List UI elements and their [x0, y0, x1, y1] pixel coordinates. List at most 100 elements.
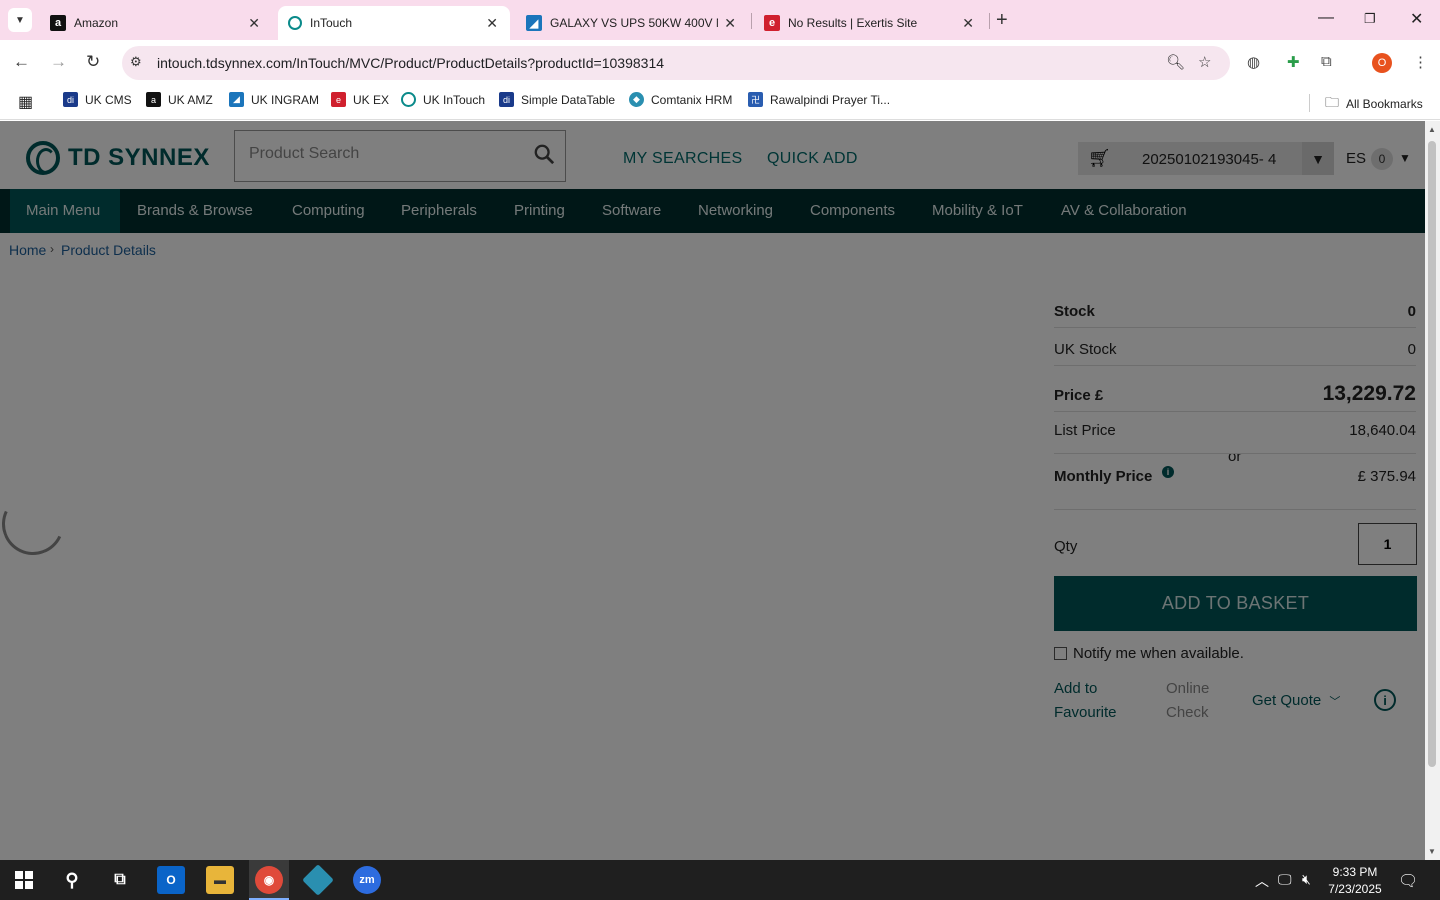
bookmark-uk-ex[interactable]: e UK EX [331, 92, 389, 107]
tab-galaxy-ups[interactable]: ◢ GALAXY VS UPS 50KW 400V N ✕ [516, 6, 748, 40]
extensions-puzzle-icon[interactable]: ⧉ [1321, 53, 1332, 70]
add-to-favourite-link[interactable]: Add to Favourite [1054, 677, 1117, 725]
intouch-icon [288, 16, 302, 30]
page-content: TD SYNNEX MY SEARCHES QUICK ADD 🛒︎ 20250… [0, 121, 1425, 860]
bookmark-favicon: di [63, 92, 78, 107]
windows-taskbar: ⚲ ⧉ O ▬ ◉ zm ︿ 🖵︎ 🔇︎ 9:33 PM 7/23/2025 🗨… [0, 860, 1440, 900]
breadcrumb-home[interactable]: Home [9, 242, 46, 258]
monthly-price-value: £ 375.94 [1357, 468, 1416, 485]
extension-plus-icon[interactable]: ✚ [1287, 53, 1300, 71]
basket-selector[interactable]: 🛒︎ 20250102193045- 4 ▼ [1078, 142, 1334, 175]
scroll-up-arrow-icon[interactable]: ▲ [1428, 125, 1436, 134]
volume-muted-icon[interactable]: 🔇︎ [1302, 871, 1311, 888]
prayer-icon: 卍 [748, 92, 763, 107]
intouch-icon [401, 92, 416, 107]
zoom-app-icon[interactable]: zm [353, 866, 381, 894]
address-bar[interactable]: ⚙ intouch.tdsynnex.com/InTouch/MVC/Produ… [122, 46, 1230, 80]
nav-software[interactable]: Software [602, 202, 661, 219]
windows-start-icon[interactable] [10, 866, 38, 894]
chevron-down-icon[interactable]: ▼ [1302, 142, 1334, 175]
scroll-down-arrow-icon[interactable]: ▼ [1428, 847, 1436, 856]
td-synnex-logo[interactable]: TD SYNNEX [26, 141, 210, 175]
stock-value: 0 [1407, 303, 1416, 320]
task-view-icon[interactable]: ⧉ [106, 866, 134, 894]
nav-av-collaboration[interactable]: AV & Collaboration [1061, 202, 1187, 219]
nav-brands-browse[interactable]: Brands & Browse [137, 202, 253, 219]
product-search-input[interactable] [249, 145, 519, 163]
comtanix-app-icon[interactable] [302, 864, 334, 896]
nav-networking[interactable]: Networking [698, 202, 773, 219]
bookmark-star-icon[interactable]: ☆ [1198, 53, 1211, 71]
close-tab-icon[interactable]: ✕ [962, 15, 974, 32]
product-search-box [234, 130, 566, 182]
translate-icon[interactable]: ◍ [1247, 53, 1260, 71]
reload-icon[interactable]: ↻ [86, 52, 100, 72]
add-to-basket-button[interactable]: ADD TO BASKET [1054, 576, 1417, 631]
bookmark-comtanix-hrm[interactable]: ◆ Comtanix HRM [629, 92, 732, 107]
zoom-icon[interactable]: 🔍︎ [1166, 53, 1185, 71]
tab-intouch[interactable]: InTouch ✕ [278, 6, 510, 40]
nav-components[interactable]: Components [810, 202, 895, 219]
close-tab-icon[interactable]: ✕ [486, 15, 498, 32]
breadcrumb-current[interactable]: Product Details [61, 242, 156, 258]
scrollbar-thumb[interactable] [1428, 141, 1436, 767]
nav-mobility-iot[interactable]: Mobility & IoT [932, 202, 1023, 219]
stock-label: Stock [1054, 303, 1095, 320]
restore-icon[interactable]: ❐ [1364, 11, 1376, 27]
profile-avatar[interactable]: O [1372, 53, 1392, 73]
search-icon[interactable]: ⚲ [58, 866, 86, 894]
quick-add-link[interactable]: QUICK ADD [767, 150, 858, 168]
uk-stock-value: 0 [1407, 341, 1416, 358]
url-text[interactable]: intouch.tdsynnex.com/InTouch/MVC/Product… [157, 55, 664, 71]
outlook-icon[interactable]: O [157, 866, 185, 894]
tab-search-chevron-icon[interactable]: ▼ [8, 8, 32, 32]
notify-me-option[interactable]: Notify me when available. [1054, 645, 1244, 662]
back-arrow-icon[interactable]: ← [13, 52, 30, 72]
more-menu-icon[interactable]: ⋮ [1413, 53, 1428, 71]
language-code[interactable]: ES [1346, 150, 1366, 167]
nav-main-menu[interactable]: Main Menu [26, 202, 100, 219]
network-icon[interactable]: 🖵︎ [1278, 871, 1292, 888]
online-check-link[interactable]: Online Check [1166, 677, 1209, 725]
info-icon[interactable]: i [1162, 466, 1174, 478]
search-icon[interactable] [533, 143, 555, 165]
notifications-icon[interactable]: 🗨︎ [1398, 871, 1418, 891]
tray-chevron-up-icon[interactable]: ︿ [1255, 871, 1269, 891]
forward-arrow-icon[interactable]: → [50, 52, 67, 72]
close-window-icon[interactable]: ✕ [1410, 9, 1423, 29]
tab-exertis[interactable]: e No Results | Exertis Site ✕ [754, 6, 986, 40]
exertis-icon: e [331, 92, 346, 107]
close-tab-icon[interactable]: ✕ [248, 15, 260, 32]
tab-amazon[interactable]: a Amazon ✕ [40, 6, 272, 40]
close-tab-icon[interactable]: ✕ [724, 15, 736, 32]
notify-checkbox[interactable] [1054, 647, 1067, 660]
bookmark-uk-cms[interactable]: di UK CMS [63, 92, 132, 107]
site-info-icon[interactable]: ⚙ [130, 54, 142, 70]
bookmark-uk-ingram[interactable]: ◢ UK INGRAM [229, 92, 319, 107]
chevron-down-icon: ﹀ [1329, 696, 1341, 708]
minimize-icon[interactable]: — [1318, 9, 1334, 27]
notification-count-badge[interactable]: 0 [1371, 148, 1393, 170]
cart-icon: 🛒︎ [1088, 148, 1111, 168]
chevron-down-icon[interactable]: ▼ [1399, 151, 1411, 165]
bookmark-uk-amz[interactable]: a UK AMZ [146, 92, 213, 107]
exertis-icon: e [764, 15, 780, 31]
page-scrollbar[interactable]: ▲ ▼ [1425, 121, 1440, 860]
new-tab-plus-icon[interactable]: + [996, 9, 1008, 32]
bookmark-simple-datatable[interactable]: di Simple DataTable [499, 92, 615, 107]
nav-computing[interactable]: Computing [292, 202, 365, 219]
bookmark-rawalpindi-prayer[interactable]: 卍 Rawalpindi Prayer Ti... [748, 92, 890, 107]
get-quote-dropdown[interactable]: Get Quote ﹀ [1252, 689, 1340, 714]
qty-input[interactable]: 1 [1358, 523, 1417, 565]
nav-peripherals[interactable]: Peripherals [401, 202, 477, 219]
file-explorer-icon[interactable]: ▬ [206, 866, 234, 894]
qty-label: Qty [1054, 538, 1078, 555]
bookmark-uk-intouch[interactable]: UK InTouch [401, 92, 485, 107]
nav-printing[interactable]: Printing [514, 202, 565, 219]
info-circle-icon[interactable]: i [1374, 689, 1396, 711]
all-bookmarks[interactable]: 🗀 All Bookmarks [1325, 92, 1423, 116]
chrome-icon[interactable]: ◉ [255, 866, 283, 894]
my-searches-link[interactable]: MY SEARCHES [623, 150, 742, 168]
system-clock[interactable]: 9:33 PM 7/23/2025 [1322, 864, 1388, 898]
apps-grid-icon[interactable]: ▦ [18, 92, 33, 112]
